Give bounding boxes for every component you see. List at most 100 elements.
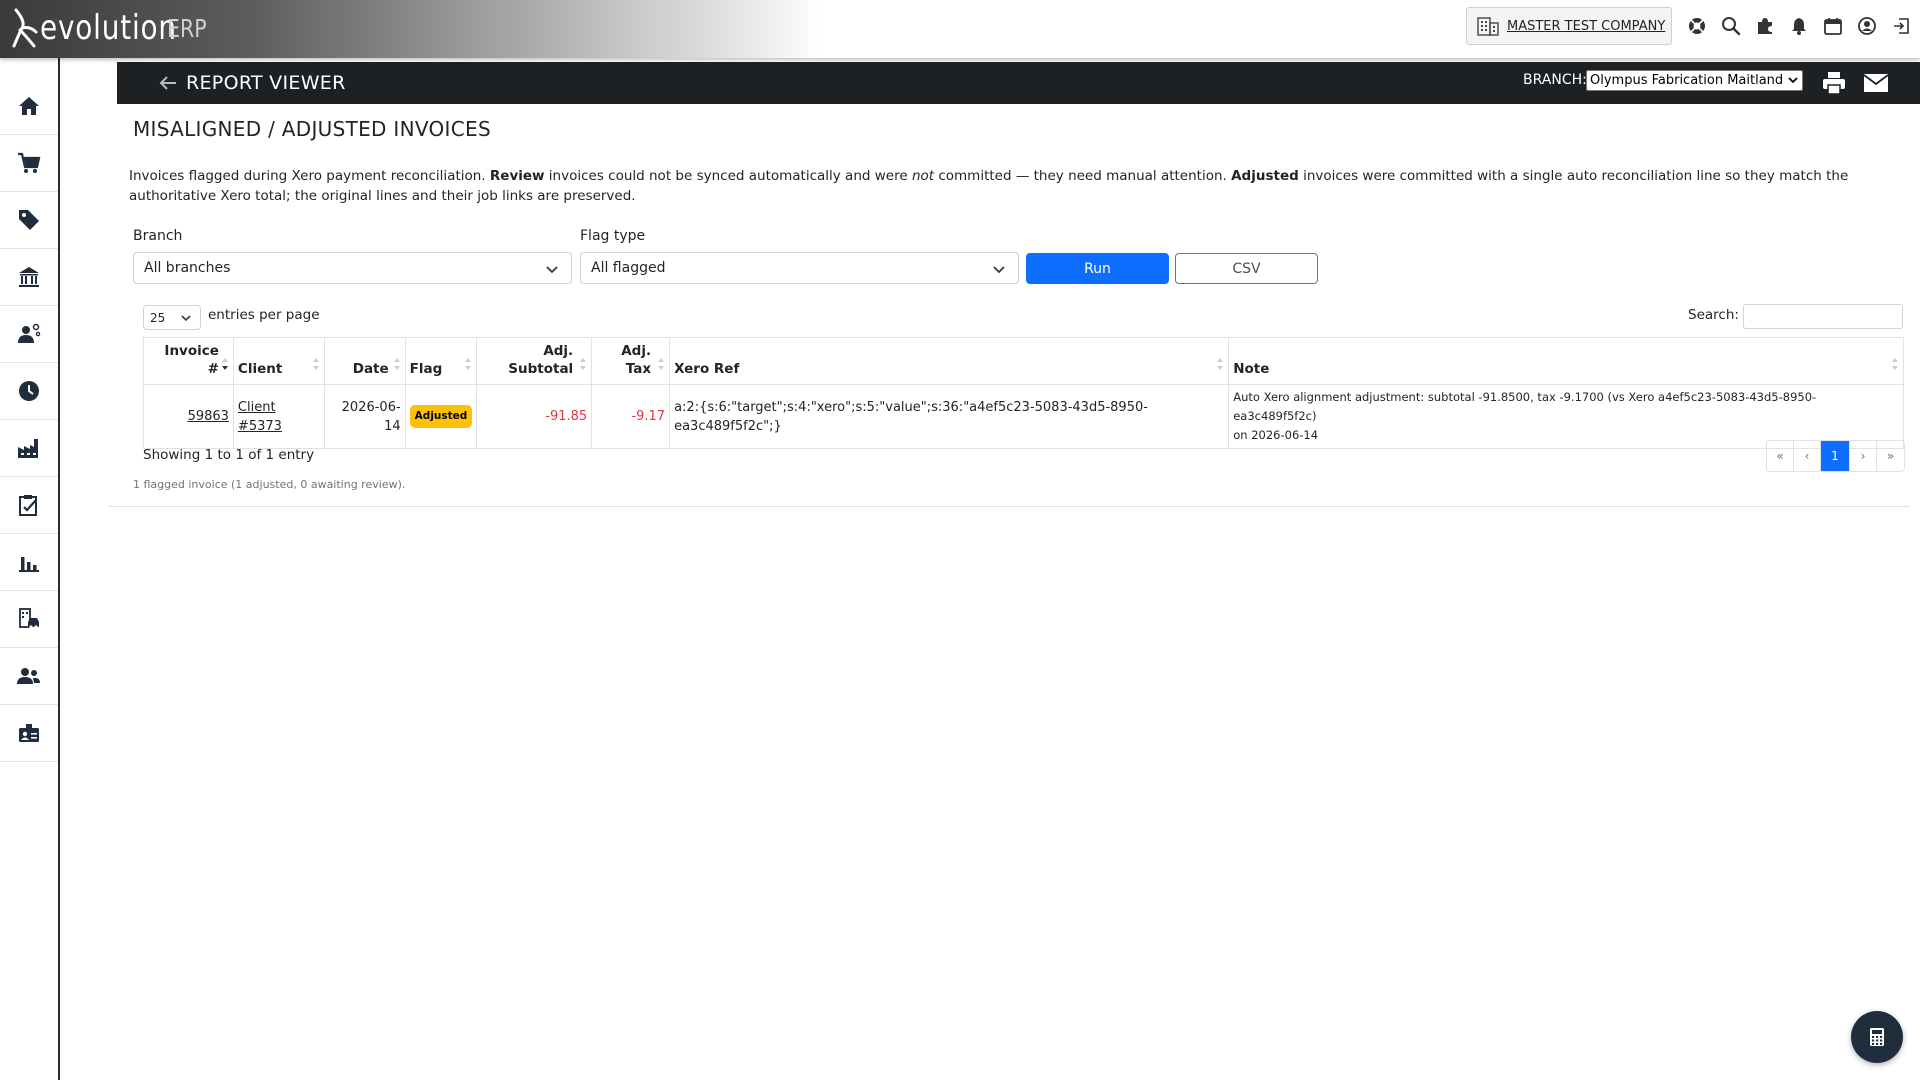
sort-desc-icon (221, 358, 228, 370)
id-card-icon (19, 724, 39, 742)
chevron-down-icon (546, 266, 558, 274)
building-car-icon (19, 608, 39, 629)
col-header-adj-tax[interactable]: Adj. Tax (591, 337, 671, 385)
logout-button[interactable] (1884, 12, 1918, 40)
sidebar-item-timesheets[interactable] (0, 363, 58, 420)
profile-button[interactable] (1850, 12, 1884, 40)
cart-icon (18, 152, 41, 173)
logo-mark-icon (12, 8, 38, 48)
table-info: Showing 1 to 1 of 1 entry (143, 447, 315, 463)
page-title: MISALIGNED / ADJUSTED INVOICES (133, 117, 491, 141)
sort-icon (312, 358, 319, 370)
home-icon (19, 97, 39, 115)
note-cell: Auto Xero alignment adjustment: subtotal… (1228, 384, 1904, 449)
search-input[interactable] (1743, 304, 1903, 329)
logo-suffix: ERP (166, 13, 207, 43)
page-length-select[interactable]: 25 (143, 305, 201, 330)
divider (108, 506, 1910, 507)
sidebar-item-products[interactable] (0, 192, 58, 249)
company-selector-button[interactable]: MASTER TEST COMPANY (1466, 7, 1672, 45)
bell-icon (1792, 18, 1806, 35)
sidebar-item-banking[interactable] (0, 249, 58, 306)
col-header-client[interactable]: Client (232, 337, 325, 385)
app-logo[interactable]: evolution ERP (12, 6, 215, 50)
branch-dropdown[interactable]: Olympus Fabrication Maitland (1586, 70, 1803, 91)
calculator-button[interactable] (1851, 1011, 1903, 1063)
calendar-button[interactable] (1816, 12, 1850, 40)
clock-icon (19, 381, 39, 401)
plugins-button[interactable] (1748, 12, 1782, 40)
support-button[interactable] (1680, 12, 1714, 40)
user-icon (1858, 17, 1876, 35)
col-header-flag[interactable]: Flag (404, 337, 478, 385)
report-header-bar: REPORT VIEWER BRANCH: Olympus Fabricatio… (117, 62, 1920, 104)
page-description: Invoices flagged during Xero payment rec… (129, 168, 1849, 204)
building-icon (1477, 17, 1499, 36)
back-arrow-icon[interactable] (157, 72, 179, 94)
pagination: « ‹ 1 › » (1766, 440, 1905, 472)
support-icon (1689, 18, 1705, 34)
table-row: 59863 Client #5373 2026-06- 14 Adjusted -9… (143, 384, 1904, 449)
sidebar-item-tasks[interactable] (0, 477, 58, 534)
print-icon[interactable] (1821, 70, 1847, 96)
notifications-button[interactable] (1782, 12, 1816, 40)
chevron-down-icon (1788, 77, 1798, 84)
sidebar-item-home[interactable] (0, 78, 58, 135)
chevron-down-icon (181, 315, 191, 322)
company-label: MASTER TEST COMPANY (1507, 18, 1666, 34)
col-header-xero-ref[interactable]: Xero Ref (669, 337, 1230, 385)
sidebar-item-people[interactable] (0, 648, 58, 705)
search-button[interactable] (1714, 12, 1748, 40)
adj-subtotal-cell: -91.85 (476, 384, 593, 449)
sort-icon (580, 358, 587, 370)
search-label: Search: (1688, 307, 1739, 323)
logo-text: evolution (40, 8, 177, 48)
tag-icon (19, 210, 39, 230)
invoice-link[interactable]: 59863 (188, 409, 229, 424)
client-link[interactable]: Client #5373 (238, 400, 282, 434)
sort-icon (1892, 358, 1898, 370)
branch-filter-value: All branches (144, 260, 231, 276)
page-1-button[interactable]: 1 (1821, 441, 1850, 471)
csv-button[interactable]: CSV (1175, 253, 1318, 284)
branch-filter-select[interactable]: All branches (133, 252, 572, 284)
factory-icon (18, 439, 38, 458)
branch-label: BRANCH: (1523, 72, 1587, 88)
sidebar (0, 58, 60, 1080)
flag-summary: 1 flagged invoice (1 adjusted, 0 awaitin… (133, 478, 406, 491)
date-cell: 2026-06- 14 (323, 384, 406, 449)
sidebar-item-fleet[interactable] (0, 591, 58, 648)
top-bar: evolution ERP MASTER TEST COMPANY (0, 0, 1920, 58)
people-icon (17, 668, 40, 684)
page-length-value: 25 (150, 310, 166, 325)
sidebar-item-production[interactable] (0, 420, 58, 477)
flag-type-value: All flagged (591, 260, 666, 276)
logout-icon (1894, 18, 1909, 34)
col-header-invoice[interactable]: Invoice # (143, 337, 234, 385)
sidebar-item-hr[interactable] (0, 705, 58, 762)
flag-cell: Adjusted (404, 384, 478, 449)
page-length-label: entries per page (208, 307, 320, 323)
mail-icon[interactable] (1863, 71, 1889, 95)
page-prev-button[interactable]: ‹ (1794, 441, 1821, 471)
flag-type-select[interactable]: All flagged (580, 252, 1019, 284)
sidebar-item-workers[interactable] (0, 306, 58, 363)
run-button[interactable]: Run (1026, 253, 1169, 284)
adj-tax-cell: -9.17 (591, 384, 671, 449)
col-header-note[interactable]: Note (1228, 337, 1904, 385)
sort-icon (393, 358, 400, 370)
bar-chart-icon (19, 557, 39, 572)
flag-type-label: Flag type (580, 228, 646, 244)
page-first-button[interactable]: « (1767, 441, 1794, 471)
branch-dropdown-value: Olympus Fabrication Maitland (1590, 73, 1784, 88)
col-header-adj-subtotal[interactable]: Adj. Subtotal (476, 337, 593, 385)
status-badge: Adjusted (409, 405, 473, 428)
sidebar-item-sales[interactable] (0, 135, 58, 192)
flagged-invoices-table: Invoice # Client Date Flag Adj. Subtotal A… (143, 337, 1904, 449)
search-icon (1722, 17, 1741, 36)
sidebar-item-reports[interactable] (0, 534, 58, 591)
page-last-button[interactable]: » (1877, 441, 1904, 471)
page-next-button[interactable]: › (1850, 441, 1877, 471)
sort-icon (465, 358, 472, 370)
col-header-date[interactable]: Date (323, 337, 406, 385)
